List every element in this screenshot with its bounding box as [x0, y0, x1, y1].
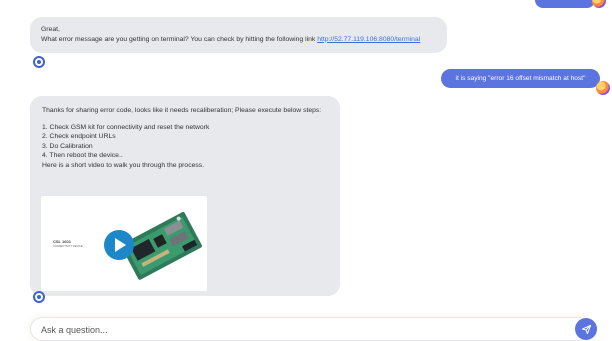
- bot-avatar-icon: [33, 291, 45, 303]
- step-item: 4. Then reboot the device..: [42, 152, 123, 160]
- play-icon[interactable]: [104, 230, 134, 260]
- chat-window: Great, What error message are you gettin…: [0, 0, 612, 341]
- previous-user-message-bubble: [535, 0, 595, 8]
- video-thumbnail[interactable]: CSL 1601 CONNECTIVITY DEVICE: [41, 196, 207, 291]
- terminal-link[interactable]: http://52.77.119.106:8080/terminal: [317, 36, 420, 43]
- bot-message-bubble: Great, What error message are you gettin…: [30, 17, 447, 53]
- user-avatar: [592, 0, 606, 8]
- user-avatar: [596, 81, 610, 95]
- step-item: 3. Do Calibration: [42, 142, 93, 150]
- bot-avatar-icon: [33, 56, 45, 68]
- send-button[interactable]: [575, 318, 597, 340]
- bot-message-line: What error message are you getting on te…: [41, 35, 439, 45]
- bot-message-outro: Here is a short video to walk you throug…: [42, 161, 205, 169]
- user-message-bubble: it is saying "error 16 offset mismatch a…: [441, 69, 600, 88]
- question-input[interactable]: [39, 321, 563, 339]
- video-title: CSL 1601: [53, 239, 71, 244]
- bot-message-intro: Thanks for sharing error code, looks lik…: [42, 107, 322, 114]
- question-composer: [30, 317, 590, 341]
- send-icon: [581, 324, 591, 334]
- bot-message-line: Great,: [41, 26, 60, 33]
- bot-message-text: What error message are you getting on te…: [41, 35, 318, 43]
- step-item: 2. Check endpoint URLs: [42, 133, 116, 141]
- video-subtitle: CONNECTIVITY DEVICE: [53, 245, 83, 248]
- step-item: 1. Check GSM kit for connectivity and re…: [42, 123, 210, 131]
